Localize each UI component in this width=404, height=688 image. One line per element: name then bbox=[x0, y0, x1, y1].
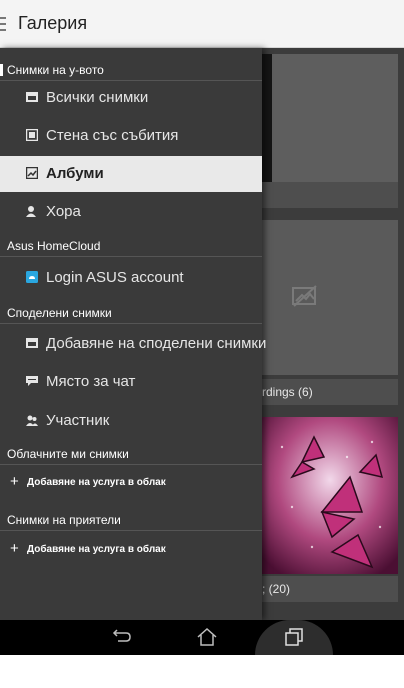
person-icon bbox=[26, 206, 36, 217]
section-header-label: Снимки на приятели bbox=[7, 513, 121, 527]
album-tile[interactable] bbox=[262, 417, 398, 574]
add-friends-cloud-button[interactable]: + Добавяне на услуга в облак bbox=[0, 535, 262, 565]
section-header-homecloud: Asus HomeCloud bbox=[0, 235, 262, 257]
screen: rdings (6) ; (20) Галерия Снимки на у-во… bbox=[0, 0, 404, 655]
photos-icon bbox=[26, 92, 38, 102]
section-header-label: Снимки на у-вото bbox=[7, 63, 104, 77]
drawer-item-label: Login ASUS account bbox=[46, 269, 184, 286]
drawer-item-add-shared[interactable]: Добавяне на споделени снимки bbox=[0, 326, 266, 362]
album-label: rdings (6) bbox=[262, 379, 398, 405]
album-label-text: ; (20) bbox=[262, 582, 291, 596]
drawer-item-label: Албуми bbox=[46, 165, 104, 182]
butterflies-thumbnail bbox=[262, 417, 398, 574]
shared-photos-icon bbox=[26, 338, 38, 348]
drawer-item-label: Участник bbox=[46, 412, 110, 429]
participants-icon bbox=[26, 415, 38, 426]
back-icon[interactable] bbox=[110, 626, 134, 648]
add-cloud-service-label: Добавяне на услуга в облак bbox=[27, 544, 166, 555]
album-tile[interactable] bbox=[262, 220, 398, 375]
album-label bbox=[262, 182, 398, 208]
section-header-friends: Снимки на приятели bbox=[0, 509, 262, 531]
drawer-item-albums[interactable]: Албуми bbox=[0, 156, 262, 192]
navigation-drawer: Снимки на у-вото Всички снимки Стена със… bbox=[0, 48, 266, 620]
drawer-item-participant[interactable]: Участник bbox=[0, 403, 262, 439]
chat-icon bbox=[26, 376, 38, 386]
drawer-item-label: Стена със събития bbox=[46, 127, 179, 144]
section-header-label: Asus HomeCloud bbox=[7, 239, 101, 253]
drawer-item-chat[interactable]: Място за чат bbox=[0, 364, 262, 400]
album-label-text: rdings (6) bbox=[262, 385, 313, 399]
drawer-item-login-asus[interactable]: Login ASUS account bbox=[0, 260, 262, 296]
drawer-item-people[interactable]: Хора bbox=[0, 194, 262, 230]
events-wall-icon bbox=[26, 129, 38, 141]
section-header-label: Облачните ми снимки bbox=[7, 447, 129, 461]
album-tile[interactable] bbox=[262, 54, 398, 182]
app-bar: Галерия bbox=[0, 0, 404, 48]
section-header-device-photos: Снимки на у-вото bbox=[0, 59, 262, 81]
add-cloud-service-button[interactable]: + Добавяне на услуга в облак bbox=[0, 468, 262, 498]
add-cloud-service-label: Добавяне на услуга в облак bbox=[27, 477, 166, 488]
no-image-icon bbox=[292, 285, 317, 307]
recents-icon[interactable] bbox=[282, 626, 306, 648]
section-header-shared: Споделени снимки bbox=[0, 302, 262, 324]
section-header-label: Споделени снимки bbox=[7, 306, 112, 320]
menu-icon[interactable] bbox=[0, 17, 6, 31]
albums-icon bbox=[26, 167, 38, 179]
drawer-item-label: Място за чат bbox=[46, 373, 136, 390]
home-icon[interactable] bbox=[195, 626, 219, 648]
drawer-item-events-wall[interactable]: Стена със събития bbox=[0, 118, 262, 154]
app-title: Галерия bbox=[18, 13, 88, 33]
system-nav-bar bbox=[0, 620, 404, 655]
drawer-item-all-photos[interactable]: Всички снимки bbox=[0, 80, 262, 116]
drawer-item-label: Хора bbox=[46, 203, 81, 220]
plus-icon: + bbox=[10, 473, 19, 490]
album-label: ; (20) bbox=[262, 576, 398, 602]
section-header-my-cloud: Облачните ми снимки bbox=[0, 443, 262, 465]
drawer-item-label: Всички снимки bbox=[46, 89, 149, 106]
section-indicator bbox=[0, 64, 3, 76]
plus-icon: + bbox=[10, 540, 19, 557]
drawer-item-label: Добавяне на споделени снимки bbox=[46, 335, 267, 352]
cloud-login-icon bbox=[26, 271, 38, 283]
